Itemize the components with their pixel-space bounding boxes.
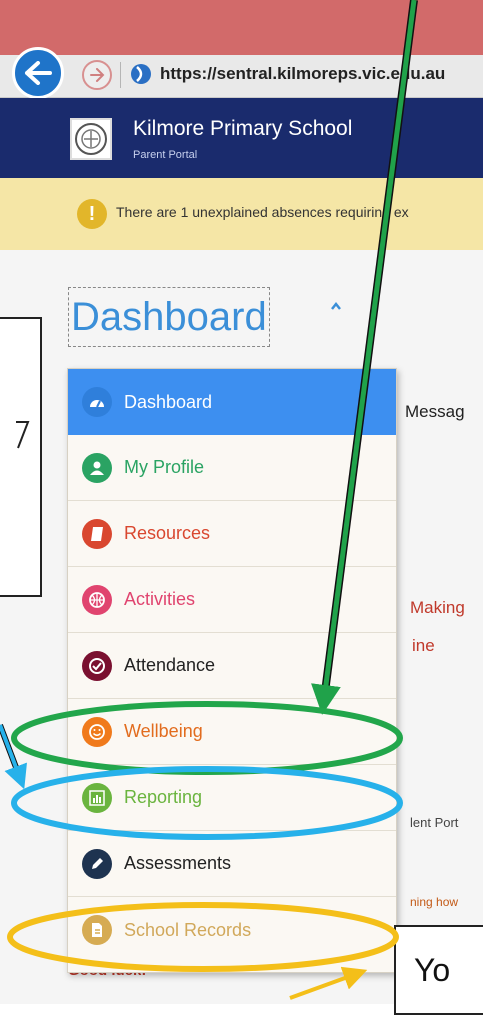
reporting-highlight-ellipse <box>11 766 403 840</box>
school-records-highlight-ellipse <box>7 902 399 972</box>
yellow-arrow <box>289 966 368 1000</box>
green-arrow <box>311 0 418 715</box>
annotation-overlay <box>0 0 418 1000</box>
wellbeing-highlight-ellipse <box>11 701 403 775</box>
